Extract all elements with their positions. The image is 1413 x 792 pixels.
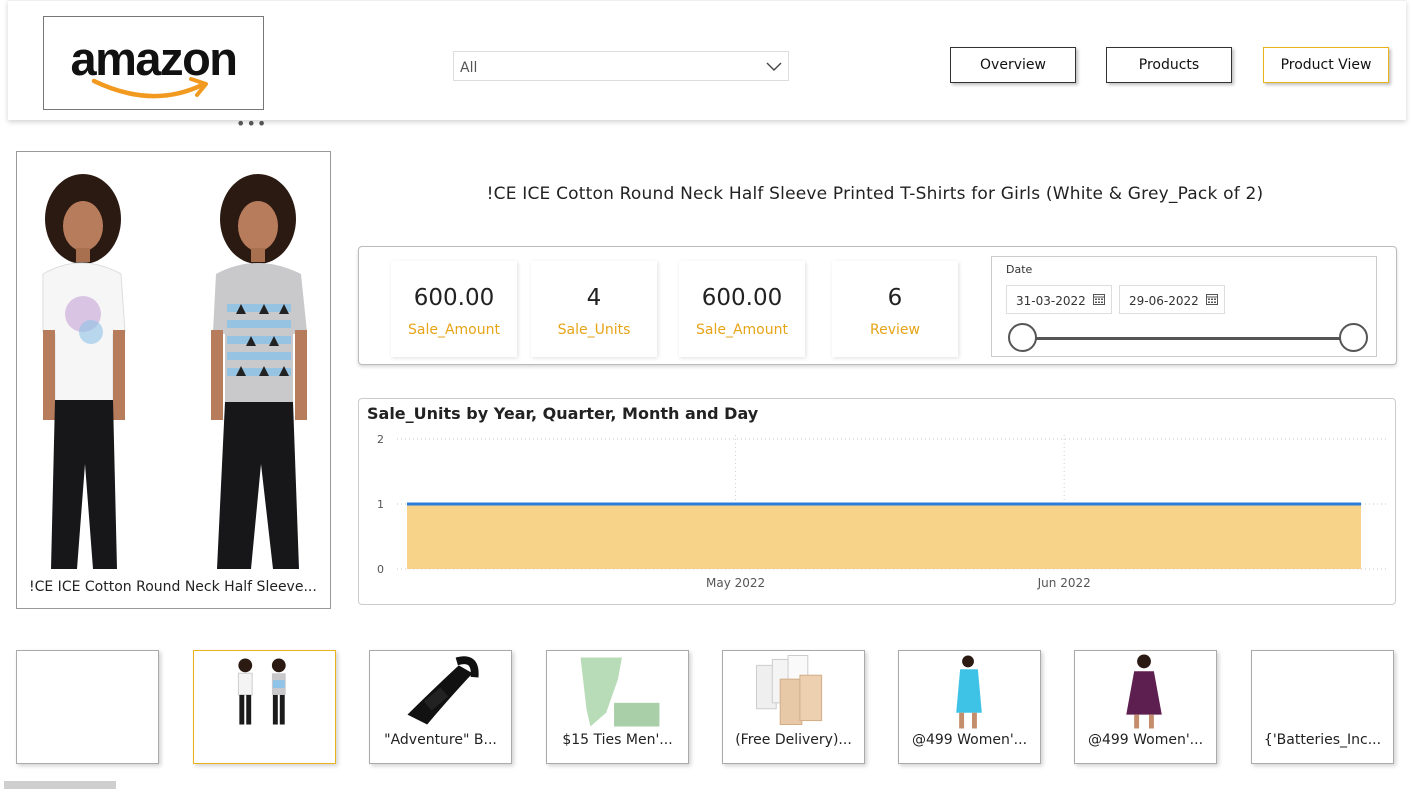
date-range-slicer: Date 31-03-2022 29-06-2022 [991, 256, 1377, 357]
x-tick-label: May 2022 [706, 576, 765, 590]
thumbnail-card[interactable]: "Adventure" B... [369, 650, 512, 764]
girls-tshirt-thumbnail-image [237, 658, 286, 725]
kpi-label: Sale_Units [557, 322, 631, 338]
y-tick-label: 1 [377, 498, 384, 511]
purple-dress-thumbnail-image [1126, 654, 1162, 729]
kpi-value: 600.00 [701, 285, 783, 311]
product-image [42, 174, 307, 569]
logo-smile-icon [91, 77, 208, 99]
series-area [407, 504, 1361, 569]
y-tick-label: 2 [377, 433, 384, 446]
dropdown-value: All [460, 60, 478, 76]
kpi-label: Sale_Amount [696, 322, 788, 338]
thumbnail-card[interactable]: @499 Women'... [898, 650, 1041, 764]
range-end-handle[interactable] [1339, 323, 1368, 352]
kpi-card-sale-amount: 600.00 Sale_Amount [391, 261, 517, 357]
kpi-card-review: 6 Review [832, 261, 958, 357]
kpi-label: Review [870, 322, 920, 338]
sale-units-chart: Sale_Units by Year, Quarter, Month and D… [358, 398, 1396, 605]
chart-plot: 0 1 2 May 2022 Jun 2022 [377, 433, 1389, 590]
blue-dress-thumbnail-image [956, 655, 982, 729]
product-title: !CE ICE Cotton Round Neck Half Sleeve Pr… [486, 184, 1264, 204]
range-slider-track[interactable] [1022, 337, 1354, 340]
thumbnail-card[interactable] [16, 650, 159, 764]
thumbnail-caption: "Adventure" B... [384, 732, 497, 748]
calendar-icon[interactable] [1206, 293, 1218, 305]
date-slicer-title: Date [1006, 263, 1033, 276]
calendar-icon[interactable] [1093, 293, 1105, 305]
thumbnail-card[interactable]: @499 Women'... [1074, 650, 1217, 764]
start-date-value: 31-03-2022 [1016, 294, 1086, 308]
kpi-value: 4 [586, 285, 602, 311]
thumbnail-caption: @499 Women'... [911, 732, 1028, 748]
overview-button[interactable]: Overview [950, 47, 1076, 83]
kpi-card-sale-amount-2: 600.00 Sale_Amount [679, 261, 805, 357]
thumbnail-caption: $15 Ties Men'... [562, 732, 673, 748]
kpi-panel: 600.00 Sale_Amount 4 Sale_Units 600.00 S… [358, 246, 1397, 365]
end-date-input[interactable]: 29-06-2022 [1119, 285, 1225, 314]
y-tick-label: 0 [377, 563, 384, 576]
amazon-logo: amazon [43, 16, 264, 110]
belt-thumbnail-image [407, 656, 479, 725]
range-start-handle[interactable] [1008, 323, 1037, 352]
products-button[interactable]: Products [1106, 47, 1232, 83]
product-image-card: !CE ICE Cotton Round Neck Half Sleeve... [16, 151, 331, 609]
x-tick-label: Jun 2022 [1037, 576, 1091, 590]
thumbnail-caption: (Free Delivery)... [735, 732, 852, 748]
more-options-icon[interactable]: ••• [236, 116, 266, 132]
kpi-label: Sale_Amount [408, 322, 500, 338]
image-caption: !CE ICE Cotton Round Neck Half Sleeve... [29, 579, 317, 595]
thumbnail-caption: @499 Women'... [1087, 732, 1204, 748]
chevron-down-icon [766, 62, 782, 71]
kpi-card-sale-units: 4 Sale_Units [531, 261, 657, 357]
thumbnail-card-selected[interactable] [193, 650, 336, 764]
thumbnail-caption: {'Batteries_Inc... [1263, 732, 1382, 748]
thumbnail-card[interactable]: $15 Ties Men'... [546, 650, 689, 764]
kpi-value: 600.00 [413, 285, 495, 311]
thumbnail-card[interactable]: (Free Delivery)... [722, 650, 865, 764]
end-date-value: 29-06-2022 [1129, 294, 1199, 308]
bra-extender-thumbnail-image [756, 655, 823, 726]
product-view-button[interactable]: Product View [1263, 47, 1389, 83]
horizontal-scrollbar[interactable] [4, 781, 116, 789]
kpi-value: 6 [887, 285, 903, 311]
tie-thumbnail-image [580, 657, 660, 727]
thumbnail-card[interactable]: {'Batteries_Inc... [1251, 650, 1394, 764]
start-date-input[interactable]: 31-03-2022 [1006, 285, 1112, 314]
category-dropdown[interactable]: All [453, 51, 789, 81]
